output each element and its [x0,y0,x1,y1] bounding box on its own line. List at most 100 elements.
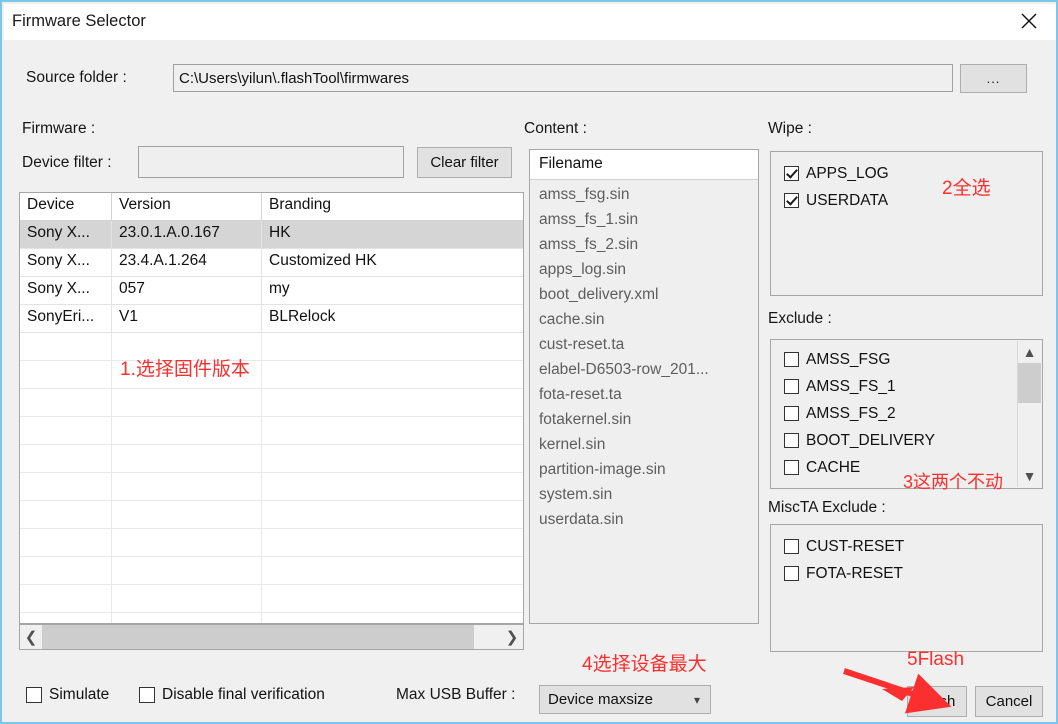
source-folder-label: Source folder : [26,69,127,86]
content-list[interactable]: Filename amss_fsg.sin amss_fs_1.sin amss_f… [529,149,759,624]
content-section-label: Content : [524,120,587,137]
firmware-section-label: Firmware : [22,120,96,137]
simulate-checkbox[interactable]: Simulate [26,686,109,704]
list-item[interactable]: amss_fsg.sin [530,182,758,207]
clear-filter-button[interactable]: Clear filter [417,147,512,178]
list-item[interactable]: fota-reset.ta [530,382,758,407]
checkbox-amss-fs-1[interactable]: AMSS_FS_1 [771,373,1042,400]
checkbox-box[interactable] [784,352,799,367]
cell-version: V1 [112,305,262,332]
table-empty-row [20,473,523,501]
cancel-button[interactable]: Cancel [975,686,1043,717]
checkbox-box[interactable] [784,193,799,208]
exclude-item-list: AMSS_FSG AMSS_FS_1 AMSS_FS_2 BOOT_DELIVERY C… [771,340,1042,481]
content-column-header-filename[interactable]: Filename [530,150,758,180]
scroll-right-icon[interactable]: ❯ [501,625,523,649]
checkbox-cust-reset[interactable]: CUST-RESET [771,533,1042,560]
table-row[interactable]: Sony X... 23.4.A.1.264 Customized HK [20,249,523,277]
checkbox-boot-delivery[interactable]: BOOT_DELIVERY [771,427,1042,454]
checkbox-box[interactable] [784,566,799,581]
empty-cell [20,529,112,556]
cell-branding: Customized HK [269,252,377,269]
checkbox-box[interactable] [784,166,799,181]
firmware-horizontal-scrollbar[interactable]: ❮ ❯ [19,624,524,650]
list-item[interactable]: amss_fs_1.sin [530,207,758,232]
empty-cell [20,361,112,388]
max-usb-buffer-label: Max USB Buffer : [396,686,516,703]
list-item[interactable]: boot_delivery.xml [530,282,758,307]
exclude-vertical-scrollbar[interactable]: ▲ ▼ [1017,341,1041,487]
list-item[interactable]: system.sin [530,482,758,507]
empty-cell [112,333,262,360]
simulate-checkbox-box[interactable] [26,687,42,703]
scroll-track[interactable] [474,625,501,649]
checkbox-amss-fs-2[interactable]: AMSS_FS_2 [771,400,1042,427]
checkbox-userdata[interactable]: USERDATA [771,187,1042,214]
empty-cell [20,585,112,612]
source-folder-input[interactable]: C:\Users\yilun\.flashTool\firmwares [173,64,953,92]
disable-final-verification-checkbox-box[interactable] [139,687,155,703]
empty-cell [112,613,262,623]
checkbox-label: APPS_LOG [806,164,889,182]
firmware-table-body: Sony X... 23.0.1.A.0.167 HK Sony X... 23.4.A… [20,221,523,623]
cell-device: Sony X... [20,249,112,276]
checkbox-box[interactable] [784,460,799,475]
column-header-version[interactable]: Version [112,193,262,220]
table-empty-row [20,557,523,585]
flash-button[interactable]: Flash [907,686,967,717]
checkbox-label: CACHE [806,458,861,476]
list-item[interactable]: kernel.sin [530,432,758,457]
empty-cell [262,613,523,623]
checkbox-amss-fsg[interactable]: AMSS_FSG [771,346,1042,373]
scroll-up-icon[interactable]: ▲ [1018,341,1041,363]
list-item[interactable]: partition-image.sin [530,457,758,482]
empty-cell [20,473,112,500]
checkbox-label: USERDATA [806,191,889,209]
table-row[interactable]: SonyEri... V1 BLRelock [20,305,523,333]
browse-button[interactable]: ... [960,64,1027,93]
table-row[interactable]: Sony X... 057 my [20,277,523,305]
empty-cell [20,417,112,444]
column-header-device[interactable]: Device [20,193,112,220]
list-item[interactable]: userdata.sin [530,507,758,532]
disable-final-verification-checkbox[interactable]: Disable final verification [139,686,325,704]
table-empty-row [20,389,523,417]
checkbox-box[interactable] [784,406,799,421]
checkbox-box[interactable] [784,433,799,448]
table-empty-row [20,529,523,557]
scroll-thumb[interactable] [42,625,474,649]
checkbox-box[interactable] [784,379,799,394]
scroll-down-icon[interactable]: ▼ [1018,465,1041,487]
empty-cell [112,557,262,584]
disable-final-verification-label: Disable final verification [162,686,325,703]
empty-cell [20,445,112,472]
wipe-item-list: APPS_LOG USERDATA [771,152,1042,214]
checkbox-box[interactable] [784,539,799,554]
list-item[interactable]: cust-reset.ta [530,332,758,357]
empty-cell [20,613,112,623]
annotation-step-5: 5Flash [907,649,965,670]
table-row[interactable]: Sony X... 23.0.1.A.0.167 HK [20,221,523,249]
max-usb-buffer-select[interactable]: Device maxsize ▾ [539,685,711,714]
column-header-branding[interactable]: Branding [262,193,523,220]
cell-device: Sony X... [20,277,112,304]
list-item[interactable]: fotakernel.sin [530,407,758,432]
scroll-left-icon[interactable]: ❮ [20,625,42,649]
list-item[interactable]: amss_fs_2.sin [530,232,758,257]
exclude-scroll-track[interactable] [1018,403,1041,465]
list-item[interactable]: cache.sin [530,307,758,332]
list-item[interactable]: elabel-D6503-row_201... [530,357,758,382]
table-empty-row [20,585,523,613]
firmware-table-header: Device Version Branding [20,193,523,221]
checkbox-cache[interactable]: CACHE [771,454,1042,481]
device-filter-input[interactable] [138,146,404,178]
empty-cell [262,333,523,360]
firmware-table[interactable]: Device Version Branding Sony X... 23.0.1.… [19,192,524,624]
list-item[interactable]: apps_log.sin [530,257,758,282]
cell-version: 23.4.A.1.264 [112,249,262,276]
cell-device: SonyEri... [20,305,112,332]
close-icon[interactable] [1006,4,1052,38]
checkbox-fota-reset[interactable]: FOTA-RESET [771,560,1042,587]
exclude-scroll-thumb[interactable] [1018,363,1041,403]
checkbox-apps-log[interactable]: APPS_LOG [771,160,1042,187]
